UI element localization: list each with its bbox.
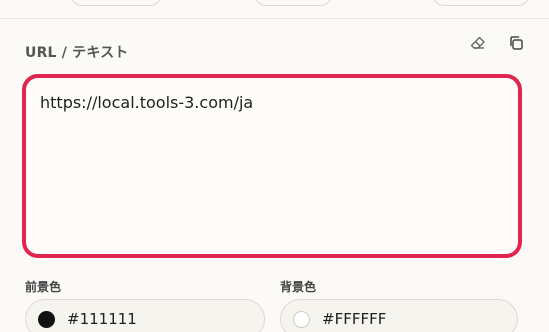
url-text-input[interactable]: https://local.tools-3.com/ja <box>26 78 518 254</box>
clear-button[interactable] <box>468 33 488 53</box>
background-color-swatch[interactable] <box>293 310 310 328</box>
foreground-color-field[interactable]: #111111 <box>25 299 265 332</box>
foreground-color-swatch[interactable] <box>38 310 55 328</box>
background-color-value: #FFFFFF <box>322 310 387 328</box>
url-text-label: URL / テキスト <box>25 45 129 61</box>
foreground-color-label: 前景色 <box>25 280 62 294</box>
copy-button[interactable] <box>506 33 526 53</box>
foreground-color-value: #111111 <box>67 310 137 328</box>
background-color-label: 背景色 <box>280 280 317 294</box>
background-color-field[interactable]: #FFFFFF <box>280 299 518 332</box>
url-text-input-frame: https://local.tools-3.com/ja <box>22 74 522 258</box>
eraser-icon <box>470 36 485 49</box>
top-pill-button-2[interactable] <box>254 0 332 6</box>
top-pill-button-1[interactable] <box>70 0 162 6</box>
top-toolbar <box>0 0 549 19</box>
copy-icon <box>510 36 523 50</box>
qr-generator-panel: URL / テキスト https://local.tools-3.com/ja … <box>0 0 549 332</box>
top-pill-button-3[interactable] <box>432 0 530 6</box>
